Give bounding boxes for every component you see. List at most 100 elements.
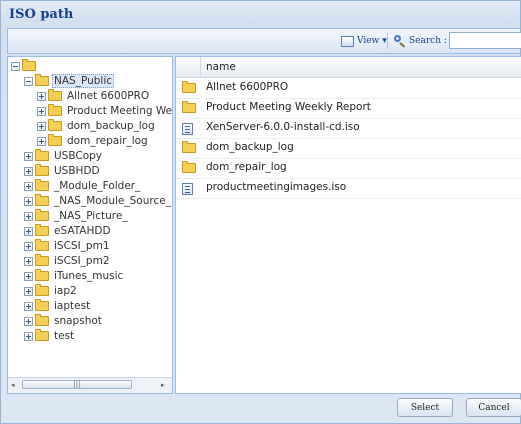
tree-item-label: Allnet 6600PRO: [67, 90, 150, 102]
scroll-right-icon[interactable]: ▸: [161, 381, 165, 389]
expand-icon[interactable]: [24, 181, 33, 191]
tree-item-label: iap2: [54, 285, 77, 297]
select-button[interactable]: Select: [397, 398, 453, 417]
folder-icon: [35, 329, 49, 341]
folder-icon: [48, 89, 62, 101]
tree-item[interactable]: dom_repair_log: [37, 134, 150, 148]
file-list: name Allnet 6600PRO Product Meeting Weekl…: [175, 56, 521, 394]
expand-icon[interactable]: [37, 91, 46, 101]
expand-icon[interactable]: [37, 106, 46, 116]
tree-horizontal-scrollbar[interactable]: ◂ ||| ▸: [8, 377, 172, 393]
tree-item[interactable]: snapshot: [24, 314, 104, 328]
tree-root[interactable]: [11, 59, 39, 73]
folder-icon: [35, 284, 49, 296]
tree-item[interactable]: _NAS_Module_Source_: [24, 194, 172, 208]
tree-item[interactable]: iaptest: [24, 299, 92, 313]
folder-icon: [35, 179, 49, 191]
tree-item-label: iaptest: [54, 300, 91, 312]
expand-icon[interactable]: [37, 121, 46, 131]
tree-item[interactable]: eSATAHDD: [24, 224, 113, 238]
header-divider: [200, 57, 201, 77]
tree-item[interactable]: iSCSI_pm2: [24, 254, 112, 268]
expand-icon[interactable]: [24, 331, 33, 341]
view-label: View: [357, 36, 380, 46]
view-button[interactable]: View ▾: [341, 33, 387, 49]
tree-item-label: NAS_Public: [52, 74, 115, 88]
view-icon: [341, 35, 354, 47]
tree-item-label: iTunes_music: [54, 270, 124, 282]
tree-item[interactable]: USBCopy: [24, 149, 104, 163]
tree-item-label: iSCSI_pm2: [54, 255, 110, 267]
expand-icon[interactable]: [24, 241, 33, 251]
folder-tree: NAS_Public Allnet 6600PRO Product Meeting …: [7, 56, 173, 394]
expand-icon[interactable]: [24, 286, 33, 296]
tree-item[interactable]: _NAS_Picture_: [24, 209, 130, 223]
tree-item[interactable]: iTunes_music: [24, 269, 125, 283]
folder-icon: [182, 141, 196, 153]
dialog-footer: Select Cancel: [1, 393, 521, 423]
list-row[interactable]: productmeetingimages.iso: [176, 178, 521, 199]
list-row[interactable]: dom_backup_log: [176, 138, 521, 159]
folder-icon: [35, 149, 49, 161]
folder-icon: [35, 164, 49, 176]
folder-icon: [48, 104, 62, 116]
folder-icon: [182, 101, 196, 113]
tree-item[interactable]: iSCSI_pm1: [24, 239, 112, 253]
collapse-icon[interactable]: [24, 76, 33, 86]
tree-item[interactable]: NAS_Public: [24, 74, 115, 88]
collapse-icon[interactable]: [11, 61, 20, 71]
tree-item-label: eSATAHDD: [54, 225, 111, 237]
folder-icon: [35, 269, 49, 281]
list-row-name: XenServer-6.0.0-install-cd.iso: [206, 121, 360, 133]
search-icon: [394, 35, 406, 47]
list-row-name: Allnet 6600PRO: [206, 81, 289, 93]
folder-icon: [35, 299, 49, 311]
tree-item-label: USBHDD: [54, 165, 100, 177]
folder-icon: [22, 59, 36, 71]
cancel-button[interactable]: Cancel: [466, 398, 521, 417]
toolbar-separator: [387, 33, 388, 49]
expand-icon[interactable]: [24, 196, 33, 206]
list-header: name: [176, 57, 521, 78]
expand-icon[interactable]: [24, 301, 33, 311]
tree-item[interactable]: USBHDD: [24, 164, 102, 178]
expand-icon[interactable]: [37, 136, 46, 146]
tree-item[interactable]: Product Meeting We: [37, 104, 173, 118]
tree-item[interactable]: test: [24, 329, 76, 343]
search-input[interactable]: [449, 32, 521, 49]
tree-item[interactable]: iap2: [24, 284, 79, 298]
tree-item-label: Product Meeting We: [67, 105, 173, 117]
scroll-left-icon[interactable]: ◂: [11, 381, 15, 389]
list-row-name: dom_repair_log: [206, 161, 287, 173]
iso-path-dialog: ISO path View ▾ Search : NAS_Public Allne…: [0, 0, 521, 424]
folder-icon: [35, 209, 49, 221]
expand-icon[interactable]: [24, 151, 33, 161]
tree-item-label: test: [54, 330, 75, 342]
list-row-name: dom_backup_log: [206, 141, 294, 153]
expand-icon[interactable]: [24, 211, 33, 221]
tree-item-label: snapshot: [54, 315, 102, 327]
folder-icon: [35, 74, 49, 86]
search-label: Search :: [409, 36, 447, 46]
expand-icon[interactable]: [24, 271, 33, 281]
expand-icon[interactable]: [24, 166, 33, 176]
folder-icon: [48, 134, 62, 146]
expand-icon[interactable]: [24, 316, 33, 326]
list-row-name: Product Meeting Weekly Report: [206, 101, 371, 113]
tree-item-label: USBCopy: [54, 150, 103, 162]
expand-icon[interactable]: [24, 256, 33, 266]
list-row[interactable]: XenServer-6.0.0-install-cd.iso: [176, 118, 521, 139]
folder-icon: [35, 239, 49, 251]
list-row[interactable]: Allnet 6600PRO: [176, 78, 521, 99]
tree-item[interactable]: Allnet 6600PRO: [37, 89, 151, 103]
tree-item[interactable]: _Module_Folder_: [24, 179, 142, 193]
dialog-title: ISO path: [9, 7, 74, 22]
list-row[interactable]: dom_repair_log: [176, 158, 521, 179]
tree-item[interactable]: dom_backup_log: [37, 119, 157, 133]
list-row-name: productmeetingimages.iso: [206, 181, 347, 193]
list-row[interactable]: Product Meeting Weekly Report: [176, 98, 521, 119]
expand-icon[interactable]: [24, 226, 33, 236]
scroll-thumb[interactable]: |||: [22, 380, 132, 389]
column-header-name[interactable]: name: [206, 61, 236, 73]
search-label-group: Search :: [394, 33, 447, 49]
